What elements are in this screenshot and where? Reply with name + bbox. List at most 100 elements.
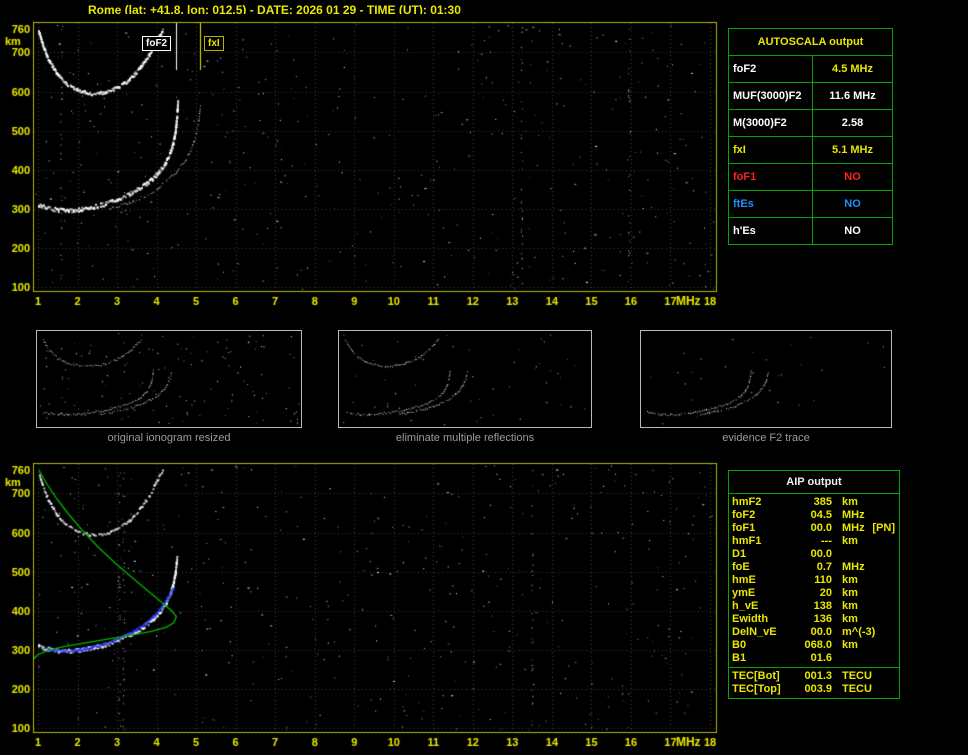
- aip-param-unit: [832, 548, 872, 561]
- aip-param-unit: km: [842, 613, 858, 625]
- param-label: ftEs: [729, 191, 813, 217]
- aip-param-value: 138: [813, 600, 832, 612]
- aip-param-value: 00.0: [810, 626, 832, 638]
- table-row-ftEs: ftEs NO: [729, 191, 892, 218]
- aip-param-value: 20: [819, 587, 832, 599]
- aip-param-value: 003.9: [804, 683, 832, 695]
- aip-param-value: 00.0: [810, 548, 832, 560]
- aip-param-name: TEC[Top]: [732, 683, 781, 695]
- thumbnail-f2-trace-evidence: [640, 330, 892, 428]
- aip-param-unit: km: [842, 587, 858, 599]
- param-value: NO: [844, 171, 861, 183]
- aip-row-hmF1: hmF1 --- km: [732, 535, 896, 548]
- param-value: 11.6 MHz: [829, 90, 876, 102]
- aip-param-unit: km: [842, 496, 858, 508]
- aip-param-unit: m^(-3): [842, 626, 876, 638]
- aip-param-unit: MHz: [842, 561, 865, 573]
- profile-ionogram-panel: [0, 455, 720, 755]
- fxI-marker-label: fxI: [204, 36, 224, 51]
- aip-param-unit: km: [842, 535, 858, 547]
- aip-row-ymE: ymE 20 km: [732, 587, 896, 600]
- aip-param-unit: TECU: [842, 670, 872, 682]
- aip-param-name: ymE: [732, 587, 756, 599]
- aip-row-DelN_vE: DelN_vE 00.0 m^(-3): [732, 626, 896, 639]
- aip-row-B1: B1 01.6: [732, 652, 896, 665]
- aip-param-flag: [PN]: [872, 522, 895, 534]
- param-label: fxI: [729, 137, 813, 163]
- aip-table-header: AIP output: [729, 471, 899, 494]
- aip-row-foF2: foF2 04.5 MHz: [732, 509, 896, 522]
- aip-param-name: TEC[Bot]: [732, 670, 780, 682]
- aip-param-unit: MHz: [842, 522, 865, 534]
- aip-param-unit: km: [842, 574, 858, 586]
- aip-param-unit: km: [842, 600, 858, 612]
- aip-param-value: 385: [813, 496, 832, 508]
- param-value: 2.58: [841, 117, 864, 129]
- aip-param-value: 110: [814, 574, 832, 586]
- aip-row-foE: foE 0.7 MHz: [732, 561, 896, 574]
- aip-param-unit: MHz: [842, 509, 865, 521]
- table-row-MUF: MUF(3000)F2 11.6 MHz: [729, 83, 892, 110]
- aip-param-unit: TECU: [842, 683, 872, 695]
- main-ionogram-panel: foF2 fxI: [0, 14, 720, 314]
- aip-param-name: Ewidth: [732, 613, 769, 625]
- aip-table-body: hmF2 385 km foF2 04.5 MHz foF1 00.0 MHz [PN] hm…: [729, 494, 899, 667]
- param-label: M(3000)F2: [729, 110, 813, 136]
- aip-row-foF1: foF1 00.0 MHz [PN]: [732, 522, 896, 535]
- aip-param-name: foF2: [732, 509, 756, 521]
- param-label: MUF(3000)F2: [729, 83, 813, 109]
- aip-row-hmF2: hmF2 385 km: [732, 496, 896, 509]
- autoscala-screen: Rome (lat: +41.8, lon: 012.5) - DATE: 20…: [0, 0, 968, 755]
- aip-param-name: hmF1: [732, 535, 762, 547]
- autoscala-table-header: AUTOSCALA output: [729, 29, 892, 56]
- aip-param-name: hmF2: [732, 496, 762, 508]
- aip-param-value: 0.7: [816, 561, 832, 573]
- aip-row-B0: B0 068.0 km: [732, 639, 896, 652]
- aip-row-Ewidth: Ewidth 136 km: [732, 613, 896, 626]
- table-row-foF2: foF2 4.5 MHz: [729, 56, 892, 83]
- aip-row-tec-top: TEC[Top] 003.9 TECU: [732, 683, 896, 696]
- aip-param-name: D1: [732, 548, 747, 560]
- main-ionogram-canvas: [0, 14, 720, 314]
- aip-param-name: foE: [732, 561, 750, 573]
- aip-row-tec-bot: TEC[Bot] 001.3 TECU: [732, 670, 896, 683]
- aip-row-hmE: hmE 110 km: [732, 574, 896, 587]
- aip-param-name: foF1: [732, 522, 756, 534]
- param-value: 4.5 MHz: [832, 63, 873, 75]
- aip-param-value: 068.0: [804, 639, 832, 651]
- thumbnail-multiple-reflections-removed: [338, 330, 592, 428]
- aip-param-name: h_vE: [732, 600, 759, 612]
- aip-param-name: B1: [732, 652, 747, 664]
- aip-param-value: 136: [813, 613, 832, 625]
- table-row-hEs: h'Es NO: [729, 218, 892, 244]
- param-label: foF1: [729, 164, 813, 190]
- profile-ionogram-canvas: [0, 455, 720, 755]
- aip-row-h_vE: h_vE 138 km: [732, 600, 896, 613]
- aip-param-value: 04.5: [810, 509, 832, 521]
- table-row-fxI: fxI 5.1 MHz: [729, 137, 892, 164]
- thumbnail-caption: original ionogram resized: [107, 432, 231, 444]
- aip-tec-section: TEC[Bot] 001.3 TECU TEC[Top] 003.9 TECU: [729, 667, 899, 698]
- aip-param-value: 01.6: [810, 652, 832, 664]
- param-value: NO: [844, 225, 861, 237]
- autoscala-output-table: AUTOSCALA output foF2 4.5 MHz MUF(3000)F…: [728, 28, 893, 245]
- aip-output-table: AIP output hmF2 385 km foF2 04.5 MHz foF1 00.…: [728, 470, 900, 699]
- thumbnail-caption: eliminate multiple reflections: [395, 432, 535, 444]
- aip-param-name: B0: [732, 639, 747, 651]
- param-value: NO: [844, 198, 861, 210]
- param-value: 5.1 MHz: [832, 144, 873, 156]
- thumbnail-original-ionogram: [36, 330, 302, 428]
- aip-param-unit: km: [842, 639, 858, 651]
- aip-param-value: 00.0: [810, 522, 832, 534]
- thumbnail-caption: evidence F2 trace: [722, 432, 810, 444]
- table-row-M3000: M(3000)F2 2.58: [729, 110, 892, 137]
- aip-param-name: hmE: [732, 574, 756, 586]
- aip-param-value: 001.3: [804, 670, 832, 682]
- aip-param-unit: [832, 652, 872, 665]
- aip-row-D1: D1 00.0: [732, 548, 896, 561]
- foF2-marker-label: foF2: [142, 36, 172, 51]
- aip-param-value: ---: [821, 535, 832, 547]
- aip-param-name: DelN_vE: [732, 626, 777, 638]
- param-label: foF2: [729, 56, 813, 82]
- table-row-foF1: foF1 NO: [729, 164, 892, 191]
